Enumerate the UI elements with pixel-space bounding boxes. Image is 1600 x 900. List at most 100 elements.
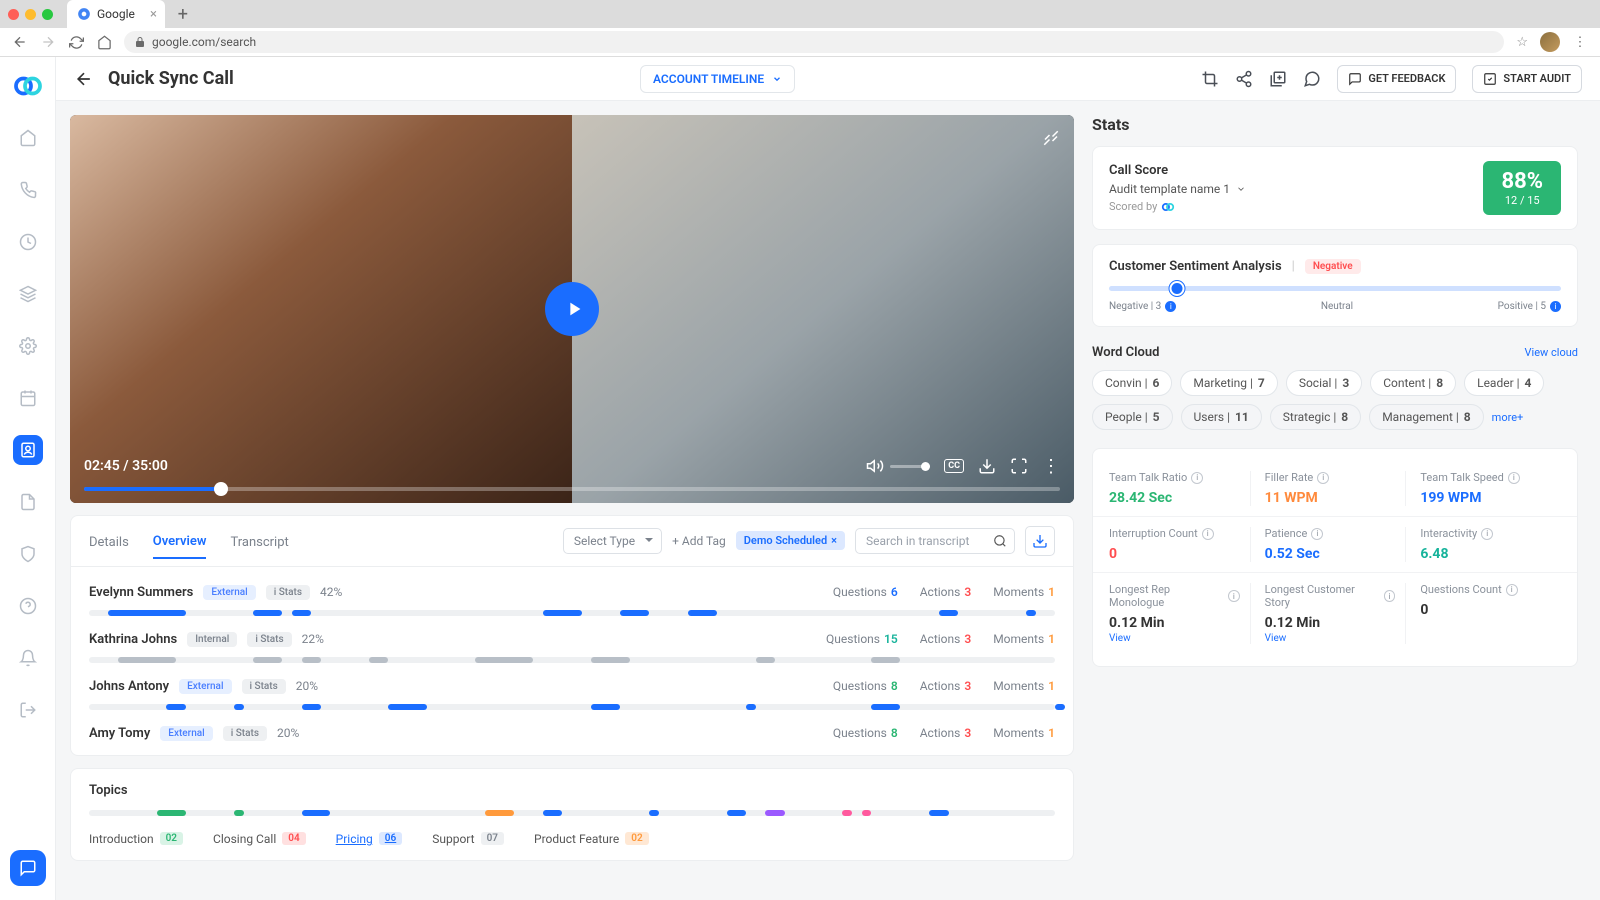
download-button[interactable] xyxy=(1025,526,1055,556)
wordcloud-pill[interactable]: Leader | 4 xyxy=(1464,370,1544,396)
tag-chip[interactable]: Demo Scheduled× xyxy=(736,531,845,550)
sentiment-slider[interactable] xyxy=(1109,286,1561,291)
tab-overview[interactable]: Overview xyxy=(153,534,207,559)
browser-tab[interactable]: Google × xyxy=(67,0,165,28)
info-icon[interactable]: i xyxy=(1481,528,1493,540)
fullscreen-icon[interactable] xyxy=(1010,457,1028,475)
tab-transcript[interactable]: Transcript xyxy=(230,535,288,558)
speaker-track[interactable] xyxy=(89,657,1055,663)
crop-icon[interactable] xyxy=(1201,70,1219,88)
metric-view-link[interactable]: View xyxy=(1265,633,1396,644)
rail-layers-icon[interactable] xyxy=(13,279,43,309)
topic-item[interactable]: Support07 xyxy=(432,832,504,846)
new-tab-button[interactable]: + xyxy=(171,2,195,26)
bookmark-icon[interactable]: ☆ xyxy=(1516,35,1528,50)
wordcloud-pill[interactable]: Users | 11 xyxy=(1181,404,1262,430)
expand-icon[interactable] xyxy=(1042,129,1060,147)
info-icon[interactable]: i xyxy=(1508,472,1520,484)
play-button[interactable] xyxy=(545,282,599,336)
rail-calls-icon[interactable] xyxy=(13,175,43,205)
close-tab-icon[interactable]: × xyxy=(150,7,157,22)
wordcloud-pill[interactable]: People | 5 xyxy=(1092,404,1173,430)
account-timeline-button[interactable]: ACCOUNT TIMELINE xyxy=(640,65,795,93)
tab-details[interactable]: Details xyxy=(89,535,129,558)
wordcloud-more[interactable]: more+ xyxy=(1492,411,1524,424)
more-icon[interactable]: ⋮ xyxy=(1042,456,1060,477)
rail-help-icon[interactable] xyxy=(13,591,43,621)
speaker-stats-badge[interactable]: i Stats xyxy=(242,679,286,694)
speaker-track[interactable] xyxy=(89,704,1055,710)
topic-item[interactable]: Product Feature02 xyxy=(534,832,649,846)
actions-count[interactable]: Actions3 xyxy=(920,679,971,693)
comment-icon[interactable] xyxy=(1303,70,1321,88)
moments-count[interactable]: Moments1 xyxy=(993,679,1055,693)
rail-time-icon[interactable] xyxy=(13,227,43,257)
cc-button[interactable]: CC xyxy=(944,459,964,473)
home-icon[interactable] xyxy=(96,35,112,50)
wordcloud-pill[interactable]: Management | 8 xyxy=(1369,404,1483,430)
volume-control[interactable] xyxy=(866,457,930,475)
rail-contacts-icon[interactable] xyxy=(13,435,43,465)
start-audit-button[interactable]: START AUDIT xyxy=(1472,65,1582,93)
wordcloud-pill[interactable]: Convin | 6 xyxy=(1092,370,1172,396)
moments-count[interactable]: Moments1 xyxy=(993,585,1055,599)
speaker-track[interactable] xyxy=(89,610,1055,616)
metric-view-link[interactable]: View xyxy=(1109,633,1240,644)
get-feedback-button[interactable]: GET FEEDBACK xyxy=(1337,65,1456,93)
moments-count[interactable]: Moments1 xyxy=(993,726,1055,740)
info-icon[interactable]: i xyxy=(1506,584,1518,596)
questions-count[interactable]: Questions6 xyxy=(833,585,898,599)
wordcloud-pill[interactable]: Strategic | 8 xyxy=(1270,404,1361,430)
topic-item[interactable]: Pricing06 xyxy=(336,832,403,846)
rail-calendar-icon[interactable] xyxy=(13,383,43,413)
actions-count[interactable]: Actions3 xyxy=(920,726,971,740)
topic-item[interactable]: Introduction02 xyxy=(89,832,183,846)
actions-count[interactable]: Actions3 xyxy=(920,585,971,599)
video-progress[interactable] xyxy=(84,487,1060,491)
add-tag-button[interactable]: + Add Tag xyxy=(672,534,726,548)
topic-item[interactable]: Closing Call04 xyxy=(213,832,306,846)
app-logo-icon[interactable] xyxy=(13,71,43,101)
remove-chip-icon[interactable]: × xyxy=(831,534,837,547)
video-player[interactable]: 02:45 / 35:00 CC ⋮ xyxy=(70,115,1074,503)
profile-avatar[interactable] xyxy=(1540,32,1560,52)
download-icon[interactable] xyxy=(978,457,996,475)
rail-logout-icon[interactable] xyxy=(13,695,43,725)
info-icon[interactable]: i xyxy=(1228,590,1240,602)
questions-count[interactable]: Questions8 xyxy=(833,726,898,740)
back-icon[interactable] xyxy=(12,34,28,50)
speaker-stats-badge[interactable]: i Stats xyxy=(247,632,291,647)
address-bar[interactable]: google.com/search xyxy=(124,31,1504,53)
template-selector[interactable]: Audit template name 1 xyxy=(1109,182,1246,196)
speaker-stats-badge[interactable]: i Stats xyxy=(223,726,267,741)
menu-icon[interactable]: ⋮ xyxy=(1572,35,1588,50)
info-icon[interactable]: i xyxy=(1202,528,1214,540)
questions-count[interactable]: Questions15 xyxy=(826,632,898,646)
speaker-stats-badge[interactable]: i Stats xyxy=(266,585,310,600)
back-button[interactable] xyxy=(74,69,94,89)
library-add-icon[interactable] xyxy=(1269,70,1287,88)
view-cloud-link[interactable]: View cloud xyxy=(1525,346,1578,359)
share-icon[interactable] xyxy=(1235,70,1253,88)
window-controls[interactable] xyxy=(8,9,53,20)
info-icon[interactable]: i xyxy=(1384,590,1396,602)
info-icon[interactable]: i xyxy=(1311,528,1323,540)
questions-count[interactable]: Questions8 xyxy=(833,679,898,693)
rail-bell-icon[interactable] xyxy=(13,643,43,673)
info-icon[interactable]: i xyxy=(1317,472,1329,484)
wordcloud-pill[interactable]: Social | 3 xyxy=(1286,370,1362,396)
rail-document-icon[interactable] xyxy=(13,487,43,517)
chat-fab-icon[interactable] xyxy=(10,850,46,886)
transcript-search[interactable]: Search in transcript xyxy=(855,528,1015,554)
rail-settings-icon[interactable] xyxy=(13,331,43,361)
reload-icon[interactable] xyxy=(68,35,84,50)
actions-count[interactable]: Actions3 xyxy=(920,632,971,646)
moments-count[interactable]: Moments1 xyxy=(993,632,1055,646)
forward-icon[interactable] xyxy=(40,34,56,50)
info-icon[interactable]: i xyxy=(1191,472,1203,484)
rail-shield-icon[interactable] xyxy=(13,539,43,569)
select-type[interactable]: Select Type xyxy=(563,528,662,554)
rail-home-icon[interactable] xyxy=(13,123,43,153)
wordcloud-pill[interactable]: Content | 8 xyxy=(1370,370,1456,396)
wordcloud-pill[interactable]: Marketing | 7 xyxy=(1180,370,1277,396)
